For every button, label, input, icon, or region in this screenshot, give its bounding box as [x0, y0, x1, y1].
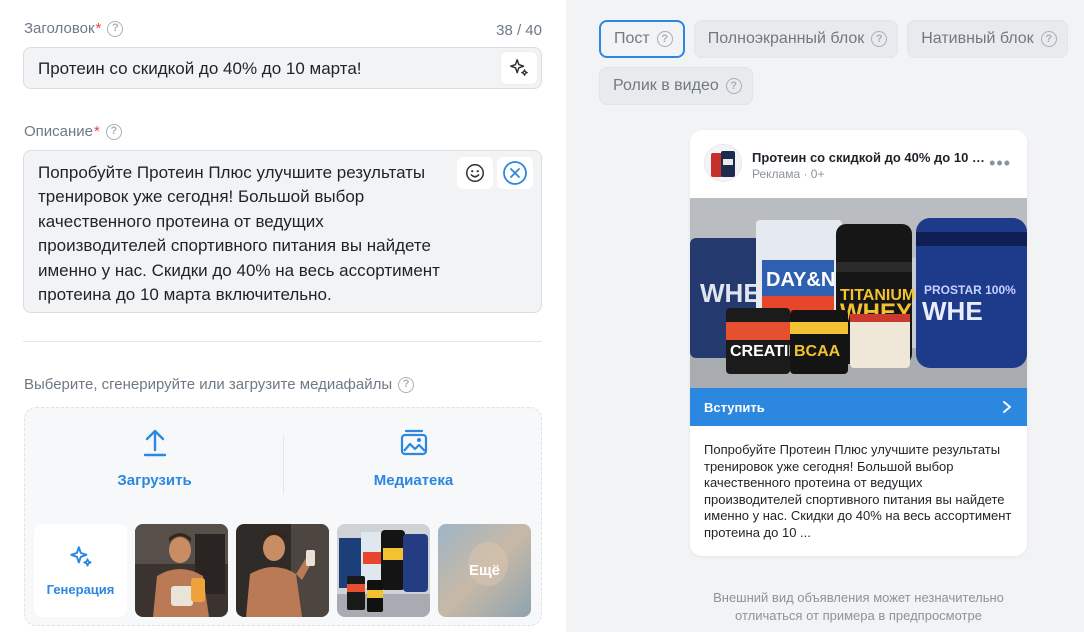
svg-text:PROSTAR 100%: PROSTAR 100%: [924, 283, 1016, 297]
tab-label: Нативный блок: [921, 30, 1034, 47]
help-icon[interactable]: ?: [1040, 31, 1057, 47]
protein-avatar-image: [705, 145, 741, 181]
ai-generate-title-button[interactable]: [501, 52, 537, 84]
required-mark: *: [95, 20, 102, 37]
sparkle-icon: [69, 546, 92, 567]
upload-button[interactable]: Загрузить: [25, 428, 284, 508]
title-input[interactable]: Протеин со скидкой до 40% до 10 марта!: [23, 47, 542, 89]
athlete-photo: [236, 524, 329, 617]
ad-form-panel: Заголовок * ? 38 / 40 Протеин со скидкой…: [0, 0, 566, 632]
preview-disclaimer: Внешний вид объявления может незначитель…: [713, 590, 1004, 623]
smiley-icon: [466, 164, 484, 182]
upload-icon: [143, 429, 166, 457]
help-icon[interactable]: ?: [871, 31, 888, 47]
description-value: Попробуйте Протеин Плюс улучшите результ…: [38, 163, 440, 305]
title-label: Заголовок: [24, 20, 95, 37]
protein-photo: [337, 524, 430, 617]
close-circle-icon: [503, 161, 527, 185]
svg-text:CREATIN: CREATIN: [730, 343, 800, 360]
card-header: Протеин со скидкой до 40% до 10 марта! Р…: [690, 130, 1027, 198]
media-label-row: Выберите, сгенерируйте или загрузите мед…: [24, 376, 415, 393]
title-input-value: Протеин со скидкой до 40% до 10 марта!: [38, 59, 362, 78]
card-text: Попробуйте Протеин Плюс улучшите результ…: [704, 442, 1012, 540]
media-library-label: Медиатека: [373, 472, 454, 489]
cta-button[interactable]: Вступить: [690, 388, 1027, 426]
sparkle-icon: [510, 59, 528, 76]
card-subtitle: Реклама · 0+: [752, 167, 825, 181]
ad-image: WHE DAY&N TITANIUM WHEY PROSTAR 100% WHE: [690, 198, 1027, 388]
tab-fullscreen[interactable]: Полноэкранный блок ?: [693, 20, 899, 58]
description-label: Описание: [24, 123, 94, 140]
help-icon[interactable]: ?: [398, 376, 415, 393]
media-library-button[interactable]: Медиатека: [284, 428, 543, 508]
format-tabs: Пост ? Полноэкранный блок ? Нативный бло…: [599, 20, 1079, 105]
protein-products-image: WHE DAY&N TITANIUM WHEY PROSTAR 100% WHE: [690, 198, 1027, 388]
title-label-row: Заголовок * ?: [24, 20, 124, 37]
media-dropzone[interactable]: Загрузить Медиатека Генерация Ещё: [24, 407, 542, 626]
help-icon[interactable]: ?: [107, 20, 124, 37]
media-thumbnail[interactable]: [236, 524, 329, 617]
cta-label: Вступить: [704, 399, 765, 415]
generate-label: Генерация: [46, 582, 115, 597]
svg-text:WHE: WHE: [922, 296, 983, 326]
tab-native[interactable]: Нативный блок ?: [907, 20, 1068, 58]
help-icon[interactable]: ?: [105, 123, 122, 140]
preview-panel: Пост ? Полноэкранный блок ? Нативный бло…: [566, 0, 1084, 632]
tab-label: Ролик в видео: [613, 77, 719, 94]
description-tools: [457, 157, 533, 189]
more-media-button[interactable]: Ещё: [438, 524, 531, 617]
tab-label: Пост: [614, 30, 650, 47]
gallery-icon: [400, 429, 427, 456]
description-textarea[interactable]: Попробуйте Протеин Плюс улучшите результ…: [23, 150, 542, 313]
athlete-photo: [135, 524, 228, 617]
svg-text:DAY&N: DAY&N: [766, 269, 835, 291]
media-thumbnail[interactable]: [337, 524, 430, 617]
media-thumbnails: Генерация Ещё: [34, 524, 531, 617]
help-icon[interactable]: ?: [725, 78, 742, 94]
media-thumbnail[interactable]: [135, 524, 228, 617]
ad-preview-card: Протеин со скидкой до 40% до 10 марта! Р…: [690, 130, 1027, 556]
more-options-icon[interactable]: •••: [989, 154, 1011, 172]
description-label-row: Описание * ?: [24, 123, 122, 140]
generate-image-button[interactable]: Генерация: [34, 524, 127, 617]
upload-label: Загрузить: [117, 472, 192, 489]
required-mark: *: [94, 123, 100, 140]
avatar: [704, 144, 742, 182]
media-label: Выберите, сгенерируйте или загрузите мед…: [24, 376, 393, 393]
divider: [23, 341, 542, 342]
tab-in-video[interactable]: Ролик в видео ?: [599, 67, 753, 105]
svg-text:BCAA: BCAA: [794, 343, 841, 360]
clear-button[interactable]: [497, 157, 533, 189]
svg-text:WHE: WHE: [700, 278, 761, 308]
more-label: Ещё: [468, 562, 500, 579]
char-counter: 38 / 40: [496, 22, 542, 39]
emoji-button[interactable]: [457, 157, 493, 189]
chevron-right-icon: [1003, 401, 1011, 413]
tab-label: Полноэкранный блок: [707, 30, 865, 47]
card-title: Протеин со скидкой до 40% до 10 марта!: [752, 150, 988, 165]
help-icon[interactable]: ?: [656, 31, 673, 47]
tab-post[interactable]: Пост ?: [599, 20, 685, 58]
ad-editor: Заголовок * ? 38 / 40 Протеин со скидкой…: [0, 0, 1084, 632]
